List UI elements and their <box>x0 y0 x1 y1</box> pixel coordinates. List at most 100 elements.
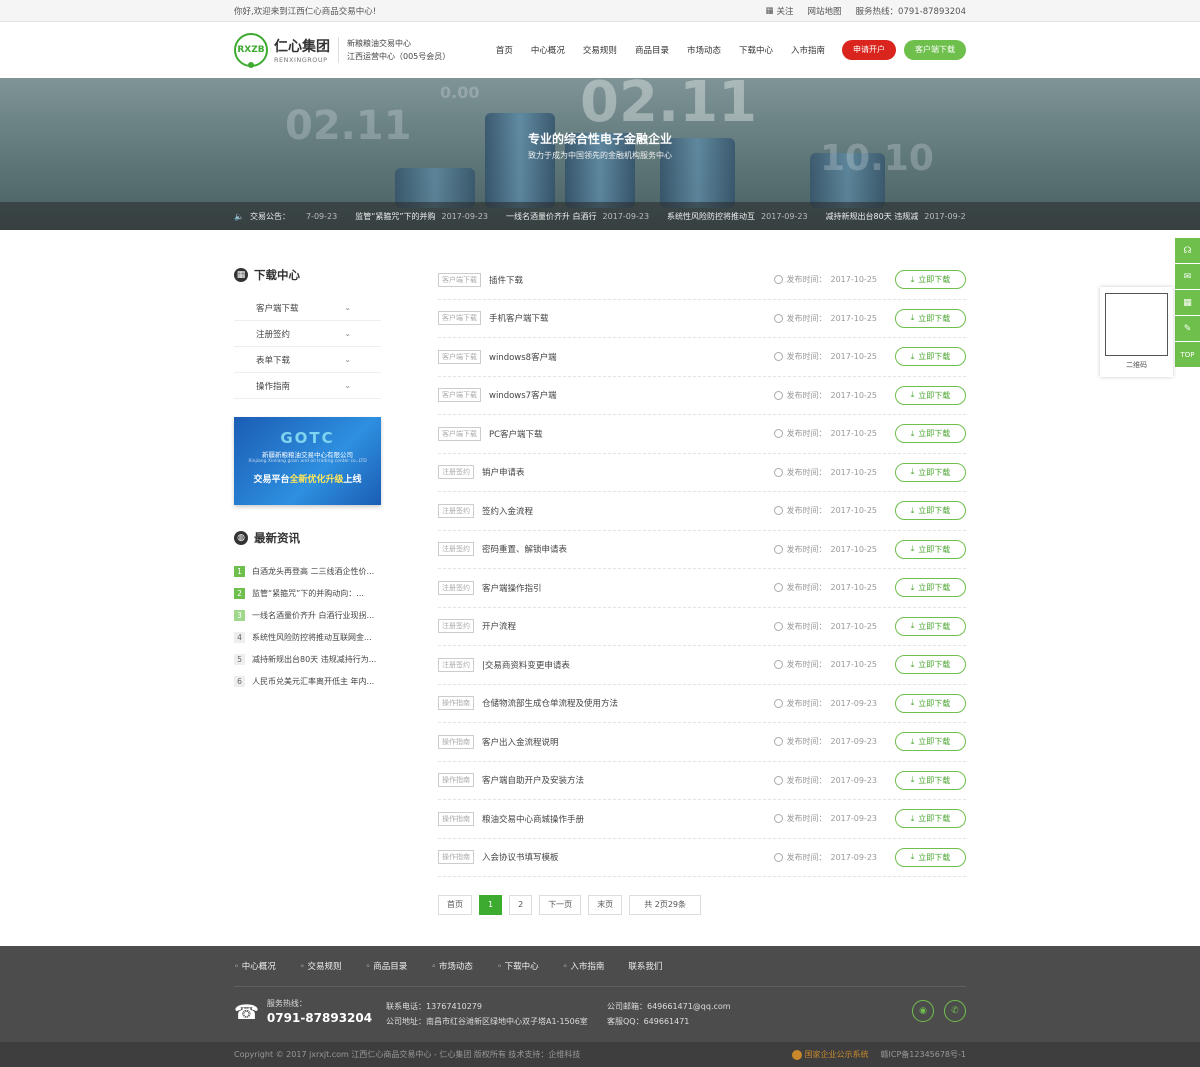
edit-icon[interactable]: ✎ <box>1175 316 1200 341</box>
category-tag[interactable]: 注册签约 <box>438 503 474 518</box>
footer-nav-item[interactable]: ◦ 市场动态 <box>431 960 473 972</box>
footer-nav-item[interactable]: ◦ 交易规则 <box>300 960 342 972</box>
ticker-item[interactable]: 一线名酒量价齐升 白酒行 2017-09-23 <box>506 211 649 222</box>
back-to-top-button[interactable]: TOP <box>1175 342 1200 367</box>
sitemap-link[interactable]: 网站地图 <box>808 5 842 17</box>
file-title[interactable]: |交易商资料变更申请表 <box>482 659 774 671</box>
file-title[interactable]: windows8客户端 <box>489 351 774 363</box>
download-button[interactable]: ⤓ 立即下载 <box>895 578 966 598</box>
logo[interactable]: RXZB 仁心集团 RENXINGROUP <box>234 33 330 68</box>
file-title[interactable]: 客户出入金流程说明 <box>482 736 774 748</box>
footer-nav: ◦ 中心概况 ◦ 交易规则 ◦ 商品目录 ◦ 市场动态 ◦ 下载中心 ◦ 入市指… <box>234 946 966 986</box>
file-title[interactable]: 手机客户端下载 <box>489 312 774 324</box>
download-button[interactable]: ⤓ 立即下载 <box>895 847 966 867</box>
download-button[interactable]: ⤓ 立即下载 <box>895 385 966 405</box>
nav-market[interactable]: 市场动态 <box>678 44 730 56</box>
category-tag[interactable]: 操作指南 <box>438 734 474 749</box>
nav-download[interactable]: 下载中心 <box>730 44 782 56</box>
file-title[interactable]: 客户端操作指引 <box>482 582 774 594</box>
page-1[interactable]: 1 <box>479 895 503 915</box>
follow-link[interactable]: ▦ 关注 <box>765 5 793 17</box>
download-button[interactable]: ⤓ 立即下载 <box>895 655 966 675</box>
category-tag[interactable]: 注册签约 <box>438 657 474 672</box>
download-button[interactable]: ⤓ 立即下载 <box>895 539 966 559</box>
nav-home[interactable]: 首页 <box>487 44 522 56</box>
ticker-item[interactable]: 监管“紧箍咒”下的并购 2017-09-23 <box>355 211 488 222</box>
page-2[interactable]: 2 <box>509 895 533 915</box>
download-button[interactable]: ⤓ 立即下载 <box>895 693 966 713</box>
footer-nav-item[interactable]: ◦ 商品目录 <box>365 960 407 972</box>
footer-nav-item[interactable]: ◦ 下载中心 <box>497 960 539 972</box>
download-button[interactable]: ⤓ 立即下载 <box>895 501 966 521</box>
category-tag[interactable]: 客户端下载 <box>438 311 481 326</box>
download-button[interactable]: ⤓ 立即下载 <box>895 770 966 790</box>
news-item[interactable]: 1 白酒龙头再登高 二三线酒企性价... <box>234 560 381 582</box>
download-button[interactable]: ⤓ 立即下载 <box>895 424 966 444</box>
news-item[interactable]: 5 减持新规出台80天 违规减持行为... <box>234 648 381 670</box>
icp-link[interactable]: 赣ICP备12345678号-1 <box>881 1049 966 1060</box>
category-tag[interactable]: 操作指南 <box>438 773 474 788</box>
qr-code-icon[interactable]: ▦ <box>1175 290 1200 315</box>
download-button[interactable]: ⤓ 立即下载 <box>895 809 966 829</box>
file-title[interactable]: 密码重置、解锁申请表 <box>482 543 774 555</box>
footer-nav-item[interactable]: 联系我们 <box>628 960 662 972</box>
client-download-button[interactable]: 客户端下载 <box>904 40 966 60</box>
category-item-register[interactable]: 注册签约 ⌄ <box>234 321 381 347</box>
chat-icon[interactable]: ✉ <box>1175 264 1200 289</box>
category-tag[interactable]: 客户端下载 <box>438 272 481 287</box>
contact-email: 公司邮箱：649661471@qq.com <box>607 1002 731 1011</box>
category-tag[interactable]: 操作指南 <box>438 696 474 711</box>
category-tag[interactable]: 操作指南 <box>438 811 474 826</box>
file-title[interactable]: 入会协议书填写模板 <box>482 851 774 863</box>
category-tag[interactable]: 注册签约 <box>438 580 474 595</box>
wechat-icon[interactable]: ✆ <box>944 1000 966 1022</box>
file-title[interactable]: 粮油交易中心商城操作手册 <box>482 813 774 825</box>
news-item[interactable]: 6 人民币兑美元汇率离开低主 年内... <box>234 670 381 692</box>
download-button[interactable]: ⤓ 立即下载 <box>895 732 966 752</box>
category-item-client[interactable]: 客户端下载 ⌄ <box>234 295 381 321</box>
headset-icon[interactable]: ☊ <box>1175 238 1200 263</box>
download-button[interactable]: ⤓ 立即下载 <box>895 616 966 636</box>
file-title[interactable]: PC客户端下载 <box>489 428 774 440</box>
category-tag[interactable]: 注册签约 <box>438 542 474 557</box>
page-first[interactable]: 首页 <box>438 895 472 915</box>
footer-nav-item[interactable]: ◦ 中心概况 <box>234 960 276 972</box>
category-item-guide[interactable]: 操作指南 ⌄ <box>234 373 381 399</box>
apply-account-button[interactable]: 申请开户 <box>842 40 896 60</box>
download-button[interactable]: ⤓ 立即下载 <box>895 270 966 290</box>
footer-nav-item[interactable]: ◦ 入市指南 <box>563 960 605 972</box>
download-button[interactable]: ⤓ 立即下载 <box>895 347 966 367</box>
file-title[interactable]: 签约入金流程 <box>482 505 774 517</box>
category-item-forms[interactable]: 表单下载 ⌄ <box>234 347 381 373</box>
download-button[interactable]: ⤓ 立即下载 <box>895 462 966 482</box>
category-tag[interactable]: 客户端下载 <box>438 388 481 403</box>
gov-link[interactable]: 国家企业公示系统 <box>791 1049 869 1060</box>
file-title[interactable]: 客户端自助开户及安装方法 <box>482 774 774 786</box>
nav-guide[interactable]: 入市指南 <box>782 44 834 56</box>
news-item[interactable]: 2 监管“紧箍咒”下的并购动向：... <box>234 582 381 604</box>
file-title[interactable]: 插件下载 <box>489 274 774 286</box>
file-title[interactable]: 开户流程 <box>482 620 774 632</box>
news-item[interactable]: 3 一线名酒量价齐升 白酒行业现拐... <box>234 604 381 626</box>
download-button[interactable]: ⤓ 立即下载 <box>895 308 966 328</box>
file-title[interactable]: windows7客户端 <box>489 389 774 401</box>
file-title[interactable]: 销户申请表 <box>482 466 774 478</box>
page-next[interactable]: 下一页 <box>539 895 582 915</box>
promo-banner[interactable]: GOTC 新疆新粮粮油交易中心有限公司 Xinjiang Xinliang gr… <box>234 417 381 505</box>
page-last[interactable]: 末页 <box>588 895 623 915</box>
ticker-item[interactable]: 减持新规出台80天 违规减2017-09-23 <box>826 211 966 222</box>
category-tag[interactable]: 客户端下载 <box>438 426 481 441</box>
category-tag[interactable]: 客户端下载 <box>438 349 481 364</box>
news-item[interactable]: 4 系统性风险防控将推动互联网金... <box>234 626 381 648</box>
ticker-item[interactable]: 7-09-23 <box>300 212 337 221</box>
file-title[interactable]: 仓储物流部生成仓单流程及使用方法 <box>482 697 774 709</box>
nav-rules[interactable]: 交易规则 <box>574 44 626 56</box>
category-tag[interactable]: 注册签约 <box>438 619 474 634</box>
weibo-icon[interactable]: ◉ <box>912 1000 934 1022</box>
category-tag[interactable]: 注册签约 <box>438 465 474 480</box>
category-tag[interactable]: 操作指南 <box>438 850 474 865</box>
nav-catalog[interactable]: 商品目录 <box>626 44 678 56</box>
ticker-item[interactable]: 系统性风险防控将推动互 2017-09-23 <box>667 211 808 222</box>
promo-company-en: Xinjiang Xinliang grain and oil trading … <box>248 459 367 464</box>
nav-overview[interactable]: 中心概况 <box>522 44 574 56</box>
